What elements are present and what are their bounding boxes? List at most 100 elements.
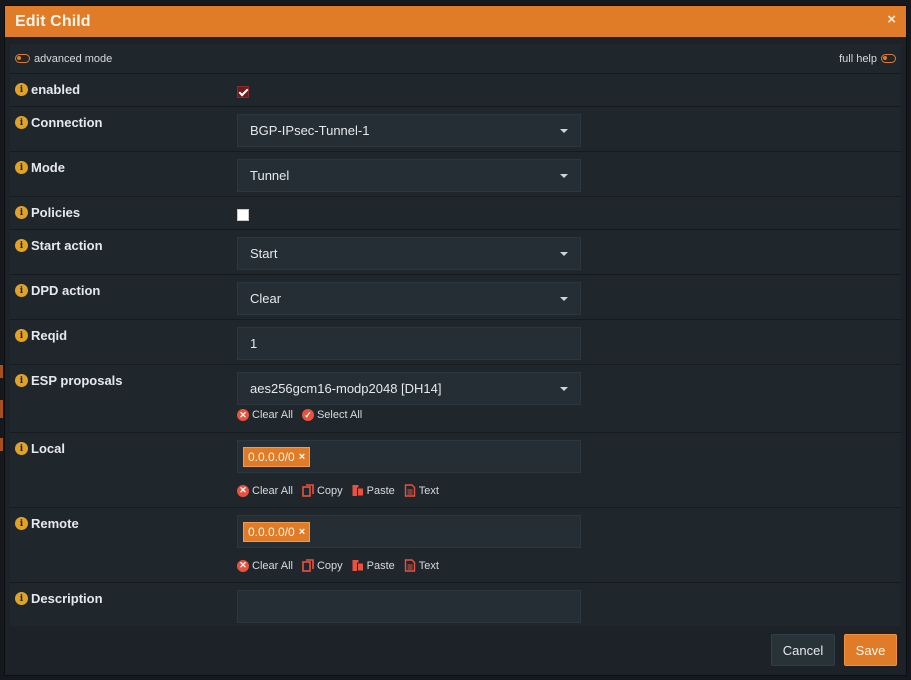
text-button[interactable]: Text (404, 484, 439, 497)
full-help-toggle[interactable]: full help (839, 53, 896, 65)
local-tag-input[interactable]: 0.0.0.0/0 × (237, 440, 581, 473)
info-icon[interactable]: i (15, 116, 28, 129)
save-button[interactable]: Save (844, 634, 897, 666)
dpd-action-select[interactable]: Clear (237, 282, 581, 315)
reqid-input[interactable]: 1 (237, 327, 581, 360)
paste-label: Paste (366, 559, 395, 572)
document-icon (404, 484, 415, 497)
row-connection: i Connection BGP-IPsec-Tunnel-1 (10, 107, 901, 152)
row-description: i Description (10, 583, 901, 628)
info-icon[interactable]: i (15, 83, 28, 96)
description-input[interactable] (237, 590, 581, 623)
info-icon[interactable]: i (15, 161, 28, 174)
field-cell: 0.0.0.0/0 × ✕ Clear All Copy Paste Text (237, 433, 901, 507)
row-dpd-action: i DPD action Clear (10, 275, 901, 320)
policies-label: Policies (31, 205, 81, 220)
paste-icon (352, 560, 364, 572)
caret-down-icon (560, 386, 568, 391)
network-tag: 0.0.0.0/0 × (243, 521, 311, 542)
remove-tag-icon[interactable]: × (299, 451, 305, 463)
esp-proposals-select[interactable]: aes256gcm16-modp2048 [DH14] (237, 372, 581, 405)
row-start-action: i Start action Start (10, 230, 901, 275)
text-label: Text (418, 484, 439, 497)
remote-tag-input[interactable]: 0.0.0.0/0 × (237, 515, 581, 548)
esp-proposals-value: aes256gcm16-modp2048 [DH14] (250, 381, 442, 396)
clear-all-button[interactable]: ✕ Clear All (237, 484, 293, 497)
clear-all-button[interactable]: ✕ Clear All (237, 409, 293, 421)
full-help-label: full help (839, 52, 877, 65)
description-label: Description (31, 591, 103, 606)
row-mode: i Mode Tunnel (10, 152, 901, 197)
caret-down-icon (560, 128, 568, 133)
text-label: Text (418, 559, 439, 572)
info-icon[interactable]: i (15, 374, 28, 387)
field-cell (237, 583, 901, 628)
toggle-off-icon (15, 54, 30, 63)
check-circle-icon: ✓ (301, 409, 314, 421)
tag-label: 0.0.0.0/0 (248, 449, 295, 464)
row-esp-proposals: i ESP proposals aes256gcm16-modp2048 [DH… (10, 365, 901, 433)
dialog-title: Edit Child (15, 12, 91, 30)
select-all-label: Select All (316, 409, 363, 421)
start-action-select[interactable]: Start (237, 237, 581, 270)
field-cell: Clear (237, 275, 901, 319)
copy-button[interactable]: Copy (302, 484, 343, 497)
esp-proposals-actions: ✕ Clear All ✓ Select All (237, 409, 901, 421)
dialog-titlebar: Edit Child × (5, 6, 906, 37)
cancel-button[interactable]: Cancel (771, 634, 835, 666)
info-icon[interactable]: i (15, 239, 28, 252)
caret-down-icon (560, 251, 568, 256)
field-cell: 1 (237, 320, 901, 364)
text-button[interactable]: Text (404, 559, 439, 572)
caret-down-icon (560, 173, 568, 178)
info-icon[interactable]: i (15, 517, 28, 530)
background-marker (0, 365, 3, 378)
field-label: i Connection (10, 107, 237, 151)
enabled-checkbox[interactable] (237, 86, 249, 98)
row-policies: i Policies (10, 197, 901, 230)
field-label: i Start action (10, 230, 237, 274)
info-icon[interactable]: i (15, 442, 28, 455)
background-marker (0, 400, 3, 418)
select-all-button[interactable]: ✓ Select All (301, 409, 363, 421)
tag-label: 0.0.0.0/0 (248, 524, 295, 539)
mode-label: Mode (31, 160, 65, 175)
info-icon[interactable]: i (15, 284, 28, 297)
copy-button[interactable]: Copy (302, 559, 343, 572)
field-cell: Start (237, 230, 901, 274)
info-icon[interactable]: i (15, 206, 28, 219)
copy-icon (302, 484, 314, 497)
paste-button[interactable]: Paste (352, 559, 395, 572)
paste-button[interactable]: Paste (352, 484, 395, 497)
advanced-mode-toggle[interactable]: advanced mode (15, 53, 112, 65)
mode-select[interactable]: Tunnel (237, 159, 581, 192)
dpd-action-label: DPD action (31, 283, 101, 298)
toggle-off-icon (881, 54, 896, 63)
start-action-value: Start (250, 246, 278, 261)
field-cell (237, 197, 901, 229)
info-icon[interactable]: i (15, 592, 28, 605)
clear-all-label: Clear All (252, 559, 293, 572)
row-enabled: i enabled (10, 74, 901, 107)
clear-circle-icon: ✕ (237, 409, 249, 421)
row-reqid: i Reqid 1 (10, 320, 901, 365)
document-icon (404, 559, 415, 572)
field-label: i Local (10, 433, 237, 507)
dialog-footer: Cancel Save (5, 625, 908, 675)
local-label: Local (31, 441, 65, 456)
clear-all-button[interactable]: ✕ Clear All (237, 559, 293, 572)
remote-actions: ✕ Clear All Copy Paste Text (237, 559, 901, 572)
network-tag: 0.0.0.0/0 × (243, 446, 311, 467)
info-icon[interactable]: i (15, 329, 28, 342)
paste-label: Paste (366, 484, 395, 497)
field-label: i Description (10, 583, 237, 628)
close-icon[interactable]: × (887, 11, 896, 28)
connection-select[interactable]: BGP-IPsec-Tunnel-1 (237, 114, 581, 147)
copy-label: Copy (316, 484, 343, 497)
policies-checkbox[interactable] (237, 209, 249, 221)
remote-label: Remote (31, 516, 79, 531)
row-remote: i Remote 0.0.0.0/0 × ✕ Clear All Copy Pa… (10, 508, 901, 583)
reqid-label: Reqid (31, 328, 68, 343)
remove-tag-icon[interactable]: × (299, 526, 305, 538)
connection-value: BGP-IPsec-Tunnel-1 (250, 123, 370, 138)
